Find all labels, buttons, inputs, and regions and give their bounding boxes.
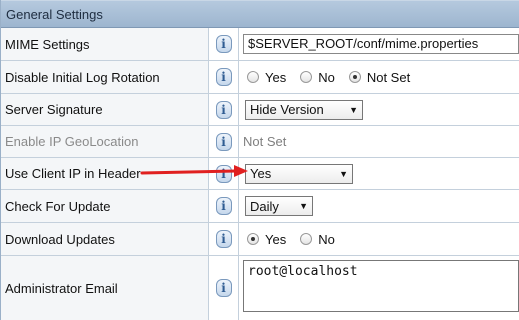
settings-panel: General Settings MIME Settings i $SERVER…	[0, 0, 519, 320]
radio-label: Yes	[265, 69, 287, 85]
chevron-down-icon: ▼	[299, 201, 308, 211]
section-title: General Settings	[6, 7, 103, 22]
help-cell[interactable]: i	[209, 126, 239, 157]
radio-no[interactable]: No	[300, 232, 335, 247]
chevron-down-icon: ▼	[339, 168, 348, 179]
row-check-update: Check For Update i Daily ▼	[1, 190, 519, 223]
help-info-icon[interactable]: i	[215, 132, 232, 151]
row-label: Enable IP GeoLocation	[1, 126, 209, 157]
help-cell[interactable]: i	[209, 190, 239, 222]
client-ip-header-select[interactable]: Yes ▼	[245, 163, 353, 184]
radio-button[interactable]	[300, 71, 313, 83]
help-cell[interactable]: i	[209, 61, 239, 93]
help-cell[interactable]: i	[209, 28, 239, 60]
chevron-down-icon: ▼	[349, 104, 358, 115]
value-cell: Daily ▼	[239, 190, 519, 222]
row-geolocation: Enable IP GeoLocation i Not Set	[1, 126, 519, 158]
row-client-ip-header: Use Client IP in Header i Yes ▼	[1, 158, 519, 190]
help-cell[interactable]: i	[209, 94, 239, 125]
help-cell[interactable]: i	[209, 256, 239, 320]
value-cell: Hide Version ▼	[239, 94, 519, 125]
help-info-icon[interactable]: i	[215, 68, 232, 86]
value-cell: Yes No Not Set	[239, 61, 519, 93]
row-server-signature: Server Signature i Hide Version ▼	[1, 94, 519, 126]
help-info-icon[interactable]: i	[215, 35, 232, 53]
row-label: Check For Update	[1, 190, 209, 222]
check-update-select[interactable]: Daily ▼	[245, 196, 313, 216]
row-download-updates: Download Updates i Yes No	[1, 223, 519, 256]
row-label: MIME Settings	[1, 28, 209, 60]
value-cell: Yes No	[239, 223, 519, 255]
row-mime-settings: MIME Settings i $SERVER_ROOT/conf/mime.p…	[1, 28, 519, 61]
admin-email-textarea[interactable]: root@localhost	[243, 260, 519, 312]
value-cell: root@localhost	[239, 256, 519, 320]
radio-yes[interactable]: Yes	[247, 70, 286, 85]
geolocation-value: Not Set	[243, 134, 287, 149]
arrow-right-icon	[140, 165, 248, 177]
help-info-icon[interactable]: i	[215, 197, 232, 215]
radio-label: No	[318, 231, 335, 247]
help-cell[interactable]: i	[209, 223, 239, 255]
radio-button[interactable]	[247, 71, 259, 83]
select-value: Hide Version	[250, 102, 324, 117]
radio-not-set[interactable]: Not Set	[348, 69, 411, 85]
value-cell: Not Set	[239, 126, 519, 157]
row-label: Administrator Email	[1, 256, 209, 320]
section-header: General Settings	[1, 0, 519, 28]
row-label: Download Updates	[1, 223, 209, 255]
select-value: Daily	[250, 198, 279, 214]
value-cell: Yes ▼	[239, 158, 519, 189]
row-log-rotation: Disable Initial Log Rotation i Yes No No…	[1, 61, 519, 94]
radio-button[interactable]	[300, 233, 313, 245]
select-value: Yes	[250, 166, 272, 181]
value-cell: $SERVER_ROOT/conf/mime.properties	[239, 28, 519, 60]
radio-label: No	[318, 69, 335, 85]
mime-settings-input[interactable]: $SERVER_ROOT/conf/mime.properties	[243, 34, 519, 54]
help-info-icon[interactable]: i	[215, 100, 232, 119]
radio-button-selected[interactable]	[348, 71, 361, 83]
row-label: Server Signature	[1, 94, 209, 125]
radio-label: Not Set	[366, 69, 411, 85]
row-admin-email: Administrator Email i root@localhost	[1, 256, 519, 320]
server-signature-select[interactable]: Hide Version ▼	[245, 99, 363, 120]
radio-no[interactable]: No	[300, 70, 335, 85]
row-label: Disable Initial Log Rotation	[1, 61, 209, 93]
radio-yes[interactable]: Yes	[247, 232, 286, 247]
help-info-icon[interactable]: i	[215, 279, 232, 297]
help-info-icon[interactable]: i	[215, 230, 232, 248]
radio-label: Yes	[265, 231, 287, 247]
radio-button-selected[interactable]	[247, 233, 259, 245]
